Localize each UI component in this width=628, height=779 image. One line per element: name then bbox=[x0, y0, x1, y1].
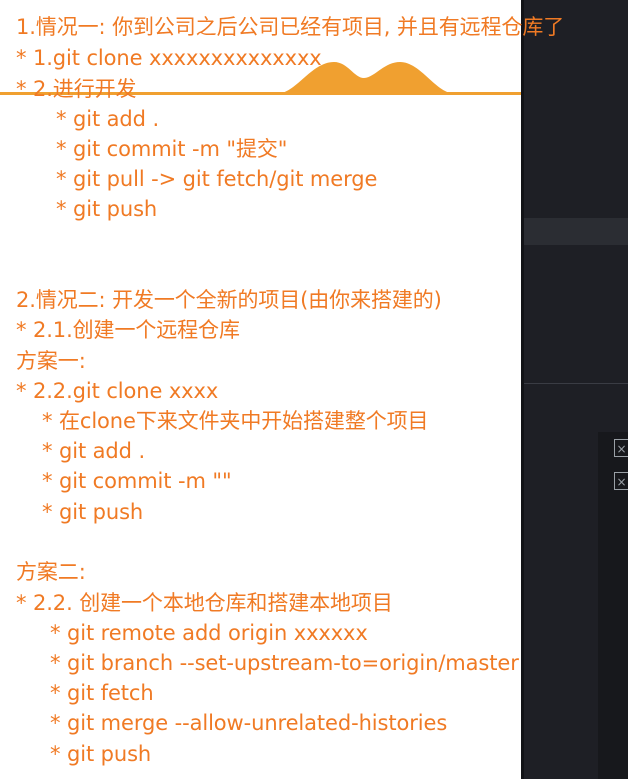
case1-step-clone: * 1.git clone xxxxxxxxxxxxxx bbox=[16, 46, 322, 70]
case1-cmd-commit: * git commit -m "提交" bbox=[56, 137, 288, 161]
editor-highlight-row bbox=[524, 218, 628, 245]
plan1-cmd-commit: * git commit -m "" bbox=[42, 469, 232, 493]
case1-title: 1.情况一: 你到公司之后公司已经有项目, 并且有远程仓库了 bbox=[16, 15, 565, 39]
plan2-step-local-repo: * 2.2. 创建一个本地仓库和搭建本地项目 bbox=[16, 591, 393, 615]
plan2-cmd-push: * git push bbox=[50, 742, 152, 766]
plan1-title: 方案一: bbox=[16, 349, 86, 373]
close-icon[interactable]: × bbox=[614, 439, 628, 457]
editor-divider bbox=[524, 383, 628, 384]
case1-step-develop: * 2.进行开发 bbox=[16, 77, 137, 101]
plan2-cmd-merge: * git merge --allow-unrelated-histories bbox=[50, 711, 448, 735]
case1-cmd-pull: * git pull -> git fetch/git merge bbox=[56, 167, 378, 191]
plan2-cmd-branch: * git branch --set-upstream-to=origin/ma… bbox=[50, 651, 519, 675]
case1-cmd-add: * git add . bbox=[56, 107, 160, 131]
plan2-cmd-fetch: * git fetch bbox=[50, 681, 154, 705]
plan1-cmd-add: * git add . bbox=[42, 439, 146, 463]
plan2-cmd-remote: * git remote add origin xxxxxx bbox=[50, 621, 368, 645]
plan1-cmd-push: * git push bbox=[42, 500, 144, 524]
case1-cmd-push: * git push bbox=[56, 197, 158, 221]
case2-step-create-remote: * 2.1.创建一个远程仓库 bbox=[16, 318, 240, 342]
plan1-cmd-build: * 在clone下来文件夹中开始搭建整个项目 bbox=[42, 409, 429, 433]
close-icon[interactable]: × bbox=[614, 472, 628, 490]
plan1-step-clone: * 2.2.git clone xxxx bbox=[16, 379, 219, 403]
case2-title: 2.情况二: 开发一个全新的项目(由你来搭建的) bbox=[16, 288, 442, 312]
plan2-title: 方案二: bbox=[16, 560, 86, 584]
editor-panel-border bbox=[521, 0, 524, 779]
